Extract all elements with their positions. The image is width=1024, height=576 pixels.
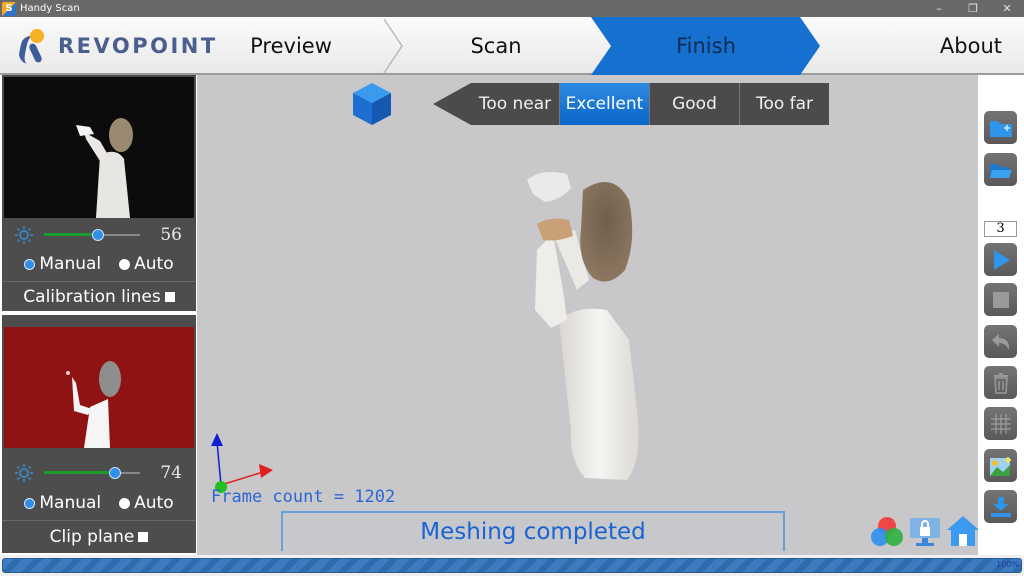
- right-toolbar: 3: [978, 75, 1024, 555]
- home-icon[interactable]: [945, 512, 981, 550]
- slider-thumb[interactable]: [109, 467, 122, 479]
- clip-plane-label: Clip plane: [49, 527, 135, 547]
- depth-camera-box: 74 Manual Auto Clip plane: [2, 315, 196, 553]
- delete-button[interactable]: [984, 366, 1017, 399]
- calibration-lines-toggle[interactable]: Calibration lines: [2, 281, 196, 311]
- depth-camera-view: [4, 327, 194, 448]
- progress-fill: 100%: [2, 558, 1022, 573]
- app-icon: S: [2, 1, 16, 16]
- texture-icon: [989, 456, 1011, 476]
- stop-icon: [992, 291, 1009, 308]
- about-button[interactable]: About: [940, 17, 1002, 75]
- window-titlebar: S Handy Scan – ❐ ✕: [0, 0, 1024, 17]
- open-project-icon: [989, 163, 1012, 178]
- window-title: Handy Scan: [20, 3, 80, 14]
- play-icon: [993, 249, 1010, 270]
- texture-brightness-slider[interactable]: [44, 228, 140, 242]
- clip-plane-checkbox[interactable]: [138, 532, 149, 542]
- step-preview[interactable]: Preview: [196, 17, 386, 75]
- distance-too-far: Too far: [739, 83, 829, 125]
- revopoint-logo-icon: [17, 27, 50, 65]
- play-button[interactable]: [984, 243, 1017, 276]
- texture-exposure-mode: Manual Auto: [2, 251, 196, 277]
- step-navigation: Preview Scan Finish: [196, 17, 824, 75]
- minimize-button[interactable]: –: [922, 0, 956, 17]
- manual-radio[interactable]: Manual: [24, 493, 101, 513]
- step-finish[interactable]: Finish: [591, 17, 821, 75]
- export-button[interactable]: [984, 490, 1017, 523]
- count-field[interactable]: 3: [984, 221, 1017, 237]
- texture-camera-box: 56 Manual Auto Calibration lines: [2, 75, 196, 311]
- brightness-icon: [14, 463, 34, 483]
- depth-exposure-mode: Manual Auto: [2, 490, 196, 516]
- depth-camera-image: [66, 361, 121, 448]
- texture-brightness-row: 56: [2, 223, 196, 247]
- depth-brightness-slider[interactable]: [44, 466, 140, 480]
- mesh-icon: [990, 413, 1011, 434]
- step-scan[interactable]: Scan: [396, 17, 596, 75]
- distance-excellent: Excellent: [559, 83, 649, 125]
- manual-radio[interactable]: Manual: [24, 254, 101, 274]
- auto-radio[interactable]: Auto: [119, 254, 174, 274]
- frame-count-readout: Frame count = 1202: [211, 487, 396, 507]
- calibration-lines-checkbox[interactable]: [164, 291, 175, 302]
- calibration-lines-label: Calibration lines: [23, 286, 161, 307]
- camera-panel: 56 Manual Auto Calibration lines 74 Manu…: [0, 75, 197, 555]
- brightness-icon: [14, 225, 34, 245]
- distance-too-near: Too near: [471, 83, 559, 125]
- mesh-button[interactable]: [984, 407, 1017, 440]
- brand-logo: REVOPOINT: [17, 27, 218, 65]
- open-project-button[interactable]: [984, 153, 1017, 186]
- delete-icon: [993, 372, 1008, 394]
- 3d-viewport[interactable]: Too near Excellent Good Too far Frame co…: [197, 75, 981, 555]
- texture-camera-image: [76, 118, 133, 218]
- lock-screen-icon[interactable]: [907, 512, 943, 550]
- axis-gizmo-icon: [211, 433, 273, 493]
- depth-brightness-row: 74: [2, 461, 196, 485]
- texture-brightness-value: 56: [160, 225, 182, 245]
- status-message: Meshing completed: [281, 511, 785, 551]
- texture-button[interactable]: [984, 449, 1017, 482]
- stop-button[interactable]: [984, 283, 1017, 316]
- distance-arrow-icon: [433, 83, 471, 125]
- distance-indicator: Too near Excellent Good Too far: [433, 83, 829, 125]
- new-project-button[interactable]: [984, 111, 1017, 144]
- texture-camera-view: [4, 77, 194, 218]
- close-button[interactable]: ✕: [990, 0, 1024, 17]
- clip-plane-toggle[interactable]: Clip plane: [2, 520, 196, 553]
- color-mode-icon[interactable]: [869, 512, 905, 550]
- new-project-icon: [989, 120, 1012, 137]
- depth-brightness-value: 74: [160, 463, 182, 483]
- auto-radio[interactable]: Auto: [119, 493, 174, 513]
- maximize-button[interactable]: ❐: [956, 0, 990, 17]
- brand-name: REVOPOINT: [58, 34, 218, 58]
- undo-icon: [991, 333, 1009, 350]
- header-bar: REVOPOINT Preview Scan Finish About: [0, 17, 1024, 75]
- progress-value: 100%: [996, 560, 1019, 569]
- export-icon: [990, 496, 1011, 517]
- slider-thumb[interactable]: [91, 229, 104, 241]
- view-cube-icon[interactable]: [351, 81, 393, 127]
- scanned-model[interactable]: [497, 160, 697, 490]
- distance-good: Good: [649, 83, 739, 125]
- undo-button[interactable]: [984, 325, 1017, 358]
- viewport-bottom-icons: [869, 512, 981, 550]
- progress-bar: 100%: [0, 555, 1024, 576]
